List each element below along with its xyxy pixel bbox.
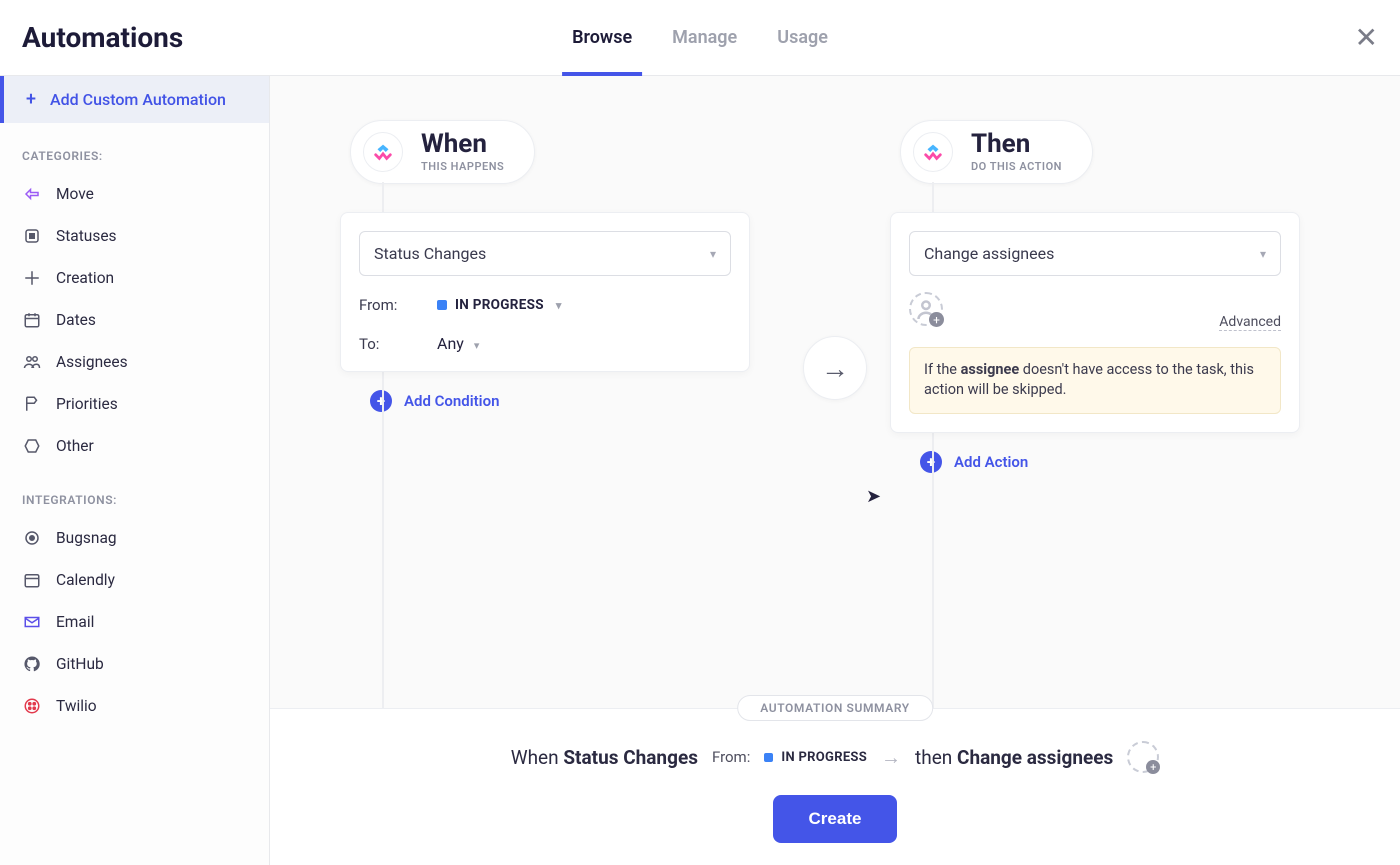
summary-assignee-icon <box>1127 741 1159 773</box>
automation-canvas: When THIS HAPPENS Status Changes ▾ From:… <box>270 76 1400 865</box>
sidebar-item-bugsnag[interactable]: Bugsnag <box>0 517 269 559</box>
header: Automations Browse Manage Usage ✕ <box>0 0 1400 76</box>
chevron-down-icon: ▾ <box>1260 247 1266 261</box>
summary-line: When Status Changes From: IN PROGRESS → … <box>310 741 1360 773</box>
trigger-select-value: Status Changes <box>374 244 486 263</box>
sidebar-item-label: Statuses <box>56 227 117 245</box>
to-label: To: <box>359 335 409 353</box>
statuses-icon <box>22 226 42 246</box>
move-icon <box>22 184 42 204</box>
status-color-swatch <box>437 300 447 310</box>
close-icon[interactable]: ✕ <box>1355 24 1378 52</box>
cursor-icon: ➤ <box>866 486 881 507</box>
summary-from-label: From: <box>712 748 750 766</box>
sidebar-item-creation[interactable]: Creation <box>0 257 269 299</box>
plus-icon: + <box>26 91 36 109</box>
sidebar-item-label: Other <box>56 437 94 455</box>
when-header: When THIS HAPPENS <box>350 120 535 184</box>
when-subtitle: THIS HAPPENS <box>421 160 504 173</box>
tab-usage[interactable]: Usage <box>777 0 828 75</box>
integrations-label: INTEGRATIONS: <box>0 467 269 517</box>
sidebar-item-label: Twilio <box>56 697 97 715</box>
when-card: Status Changes ▾ From: IN PROGRESS ▾ To: <box>340 212 750 372</box>
chevron-down-icon: ▾ <box>474 339 480 352</box>
chevron-down-icon: ▾ <box>710 247 716 261</box>
sidebar-item-twilio[interactable]: Twilio <box>0 685 269 727</box>
when-title: When <box>421 131 504 157</box>
sidebar-item-label: Assignees <box>56 353 128 371</box>
plus-icon: + <box>920 451 942 473</box>
arrow-right-icon: → <box>881 745 901 770</box>
sidebar-item-assignees[interactable]: Assignees <box>0 341 269 383</box>
twilio-icon <box>22 696 42 716</box>
status-color-swatch <box>764 753 773 762</box>
plus-icon: + <box>370 390 392 412</box>
chevron-down-icon: ▾ <box>556 299 562 312</box>
dates-icon <box>22 310 42 330</box>
sidebar-item-statuses[interactable]: Statuses <box>0 215 269 257</box>
to-status-value: Any <box>437 334 464 353</box>
clickup-logo-icon <box>363 132 403 172</box>
sidebar-item-label: Bugsnag <box>56 529 117 547</box>
summary-from-status: IN PROGRESS <box>764 750 867 765</box>
sidebar-item-move[interactable]: Move <box>0 173 269 215</box>
tab-browse[interactable]: Browse <box>572 0 632 75</box>
sidebar-item-label: Calendly <box>56 571 115 589</box>
action-select[interactable]: Change assignees ▾ <box>909 231 1281 276</box>
trigger-select[interactable]: Status Changes ▾ <box>359 231 731 276</box>
sidebar-item-priorities[interactable]: Priorities <box>0 383 269 425</box>
to-status-select[interactable]: Any ▾ <box>437 334 479 353</box>
sidebar-item-label: Email <box>56 613 94 631</box>
sidebar-item-label: GitHub <box>56 655 104 673</box>
sidebar-item-label: Creation <box>56 269 114 287</box>
other-icon <box>22 436 42 456</box>
add-condition-button[interactable]: + Add Condition <box>370 390 770 412</box>
sidebar: + Add Custom Automation CATEGORIES: Move… <box>0 76 270 865</box>
categories-label: CATEGORIES: <box>0 123 269 173</box>
arrow-right-icon: → <box>803 336 867 400</box>
bugsnag-icon <box>22 528 42 548</box>
info-box: If the assignee doesn't have access to t… <box>909 347 1281 414</box>
sidebar-item-email[interactable]: Email <box>0 601 269 643</box>
then-column: Then DO THIS ACTION Change assignees ▾ A… <box>900 120 1320 473</box>
automation-summary-footer: AUTOMATION SUMMARY When Status Changes F… <box>270 708 1400 865</box>
advanced-link[interactable]: Advanced <box>1219 314 1281 331</box>
then-header: Then DO THIS ACTION <box>900 120 1093 184</box>
sidebar-item-calendly[interactable]: Calendly <box>0 559 269 601</box>
add-action-button[interactable]: + Add Action <box>920 451 1320 473</box>
add-custom-label: Add Custom Automation <box>50 90 226 109</box>
clickup-logo-icon <box>913 132 953 172</box>
sidebar-item-label: Dates <box>56 311 96 329</box>
calendly-icon <box>22 570 42 590</box>
summary-label: AUTOMATION SUMMARY <box>737 695 933 721</box>
action-select-value: Change assignees <box>924 244 1054 263</box>
email-icon <box>22 612 42 632</box>
add-assignee-button[interactable] <box>909 292 943 326</box>
then-subtitle: DO THIS ACTION <box>971 160 1062 173</box>
assignees-icon <box>22 352 42 372</box>
then-title: Then <box>971 131 1062 157</box>
when-column: When THIS HAPPENS Status Changes ▾ From:… <box>350 120 770 473</box>
sidebar-item-label: Move <box>56 185 94 203</box>
from-status-select[interactable]: IN PROGRESS ▾ <box>437 297 562 313</box>
add-condition-label: Add Condition <box>404 392 499 410</box>
tab-manage[interactable]: Manage <box>672 0 737 75</box>
from-label: From: <box>359 296 409 314</box>
sidebar-item-dates[interactable]: Dates <box>0 299 269 341</box>
tabs: Browse Manage Usage <box>572 0 828 75</box>
page-title: Automations <box>22 21 183 54</box>
create-button[interactable]: Create <box>773 795 898 843</box>
sidebar-item-github[interactable]: GitHub <box>0 643 269 685</box>
add-action-label: Add Action <box>954 453 1028 471</box>
from-status-value: IN PROGRESS <box>455 297 544 313</box>
then-card: Change assignees ▾ Advanced If the assig… <box>890 212 1300 433</box>
sidebar-item-label: Priorities <box>56 395 118 413</box>
github-icon <box>22 654 42 674</box>
add-custom-automation-button[interactable]: + Add Custom Automation <box>0 76 269 123</box>
creation-icon <box>22 268 42 288</box>
sidebar-item-other[interactable]: Other <box>0 425 269 467</box>
priorities-icon <box>22 394 42 414</box>
